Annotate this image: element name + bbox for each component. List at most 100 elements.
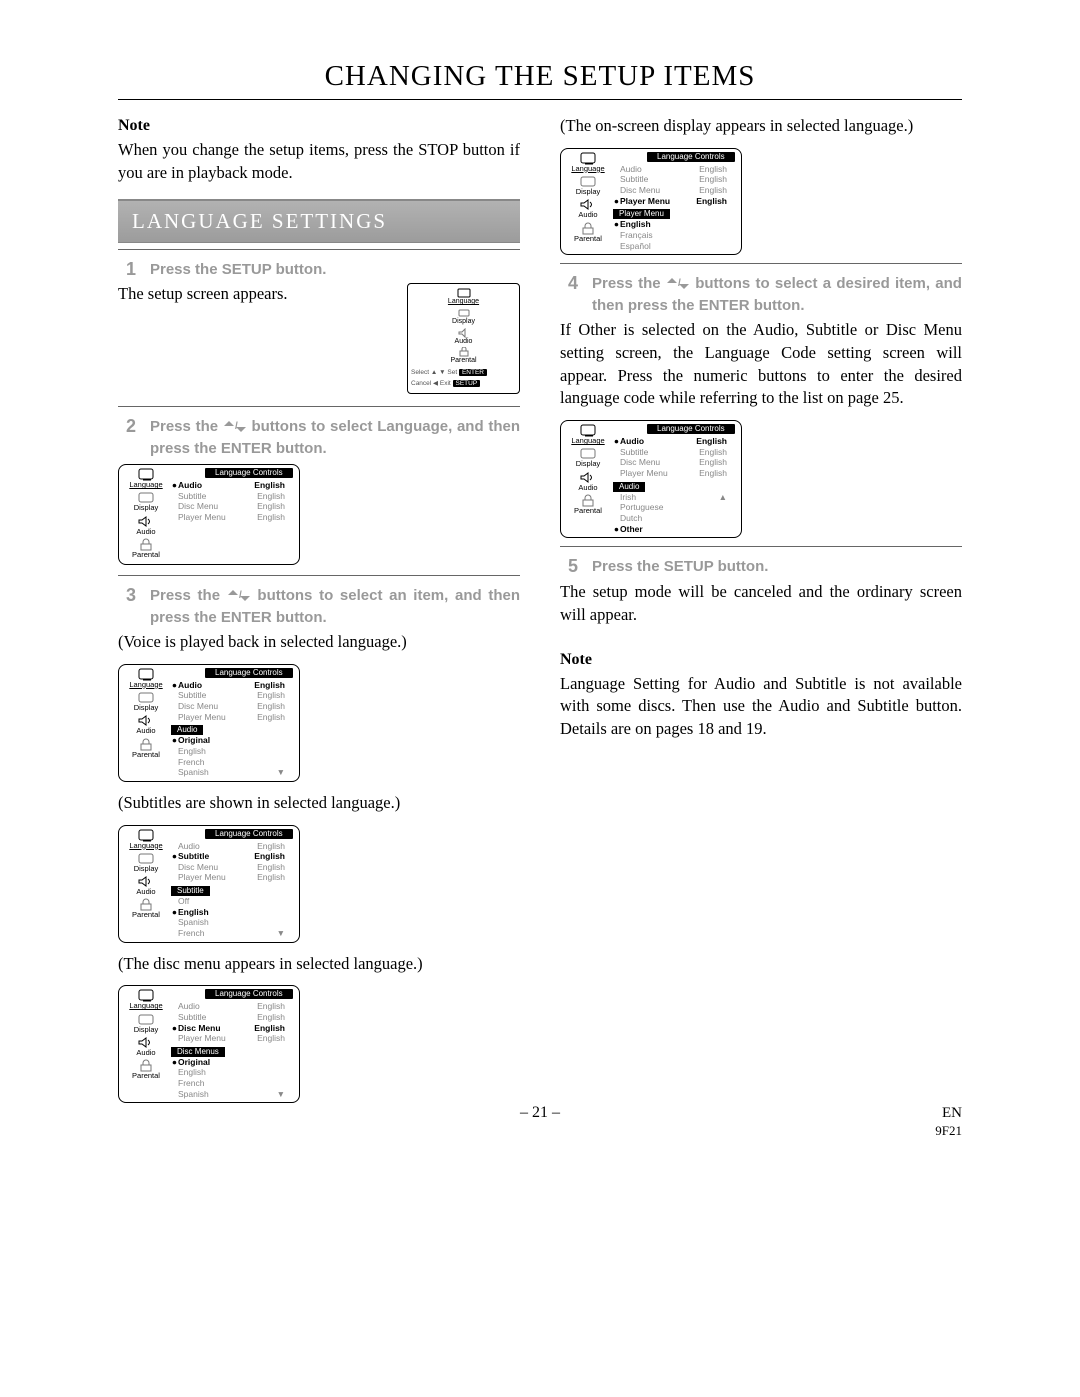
step-5: 5 Press the SETUP button. — [560, 557, 962, 577]
osd-list-item: Portuguese — [613, 502, 737, 513]
osd-main: Language ControlsAudioEnglish●SubtitleEn… — [169, 826, 299, 942]
osd-side-lang: Language — [123, 829, 169, 850]
step-sep — [118, 575, 520, 576]
osd-title: Language Controls — [647, 152, 735, 162]
step-text: Press the / buttons to select Language, … — [150, 417, 520, 458]
osd-row: ●Disc MenuEnglish — [171, 1023, 295, 1034]
osd-subtitle: Audio — [613, 482, 645, 492]
osd-mini-footer: Select ▲ ▼ Set ENTER — [411, 367, 516, 378]
note-body: Language Setting for Audio and Subtitle … — [560, 673, 962, 741]
osd-list-item: Irish▲ — [613, 492, 737, 503]
osd-row: ●Player MenuEnglish — [613, 196, 737, 207]
step5-after: The setup mode will be canceled and the … — [560, 581, 962, 627]
osd-subtitle: Subtitle — [171, 886, 210, 896]
osd-side-par: Parental — [565, 222, 611, 243]
right-column: (The on-screen display appears in select… — [560, 115, 962, 1103]
osd-sidebar: LanguageDisplayAudioParental — [119, 465, 169, 564]
osd-sidebar: LanguageDisplayAudioParental — [119, 826, 169, 942]
section-banner: LANGUAGE SETTINGS — [118, 199, 520, 243]
osd-row: ●AudioEnglish — [171, 680, 295, 691]
step-2: 2 Press the / buttons to select Language… — [118, 417, 520, 458]
lang-code: EN — [942, 1105, 962, 1122]
osd-main: Language Controls●AudioEnglishSubtitleEn… — [169, 465, 299, 564]
osd-list-item: ●English — [613, 219, 737, 230]
step-number: 2 — [118, 417, 136, 437]
osd-row: Player MenuEnglish — [171, 872, 295, 883]
osd-sidebar: LanguageDisplayAudioParental — [119, 986, 169, 1102]
osd-title: Language Controls — [205, 668, 293, 678]
osd-subtitle: Player Menu — [613, 209, 670, 219]
step-text: Press the / buttons to select a desired … — [592, 274, 962, 315]
osd-list-item: English — [171, 1067, 295, 1078]
osd-list-item: ●English — [171, 907, 295, 918]
osd-list-item: Español — [613, 241, 737, 252]
speaker-icon — [457, 328, 471, 338]
step-sep — [560, 263, 962, 264]
osd-side-par: Parental — [123, 738, 169, 759]
osd-row: Disc MenuEnglish — [171, 501, 295, 512]
osd-row: Disc MenuEnglish — [171, 701, 295, 712]
step-4: 4 Press the / buttons to select a desire… — [560, 274, 962, 315]
step-text: Press the SETUP button. — [592, 557, 962, 577]
subs-note: (Subtitles are shown in selected languag… — [118, 792, 520, 815]
step-sep — [118, 406, 520, 407]
osd-row: SubtitleEnglish — [613, 174, 737, 185]
osd-list-item: Dutch — [613, 513, 737, 524]
osd-panel: LanguageDisplayAudioParentalLanguage Con… — [560, 420, 742, 538]
osd-side-audio: Audio — [565, 198, 611, 219]
osd-title: Language Controls — [205, 829, 293, 839]
osd-row: SubtitleEnglish — [613, 447, 737, 458]
osd-panel: LanguageDisplayAudioParentalLanguage Con… — [118, 825, 300, 943]
osd-list-item: Français — [613, 230, 737, 241]
step-number: 3 — [118, 586, 136, 606]
osd-row: Disc MenuEnglish — [613, 457, 737, 468]
osd-player-menu: LanguageDisplayAudio Parental Language Con… — [560, 148, 962, 255]
step-number: 4 — [560, 274, 578, 294]
onscreen-note: (The on-screen display appears in select… — [560, 115, 962, 138]
note-heading: Note — [560, 649, 962, 671]
osd-side-disp: Display — [123, 491, 169, 512]
disc-note: (The disc menu appears in selected langu… — [118, 953, 520, 976]
osd-side-disp: Display — [565, 447, 611, 468]
osd-list-item: French▼ — [171, 928, 295, 939]
osd-side-audio: Audio — [123, 1036, 169, 1057]
step-1: 1 Press the SETUP button. — [118, 260, 520, 280]
osd-row: AudioEnglish — [171, 1001, 295, 1012]
section-title: LANGUAGE SETTINGS — [132, 209, 387, 233]
osd-side-audio: Audio — [123, 875, 169, 896]
osd-title: Language Controls — [647, 424, 735, 434]
step-text: Press the / buttons to select an item, a… — [150, 586, 520, 627]
up-down-icon: / — [223, 419, 247, 439]
osd-row: Player MenuEnglish — [613, 468, 737, 479]
osd-row: AudioEnglish — [613, 164, 737, 175]
osd-side-audio: Audio — [123, 515, 169, 536]
osd-main: Language ControlsAudioEnglishSubtitleEng… — [169, 986, 299, 1102]
osd-side-disp: Display — [123, 691, 169, 712]
osd-side-lang: Language — [565, 152, 611, 173]
up-down-icon: / — [666, 276, 690, 296]
osd-list-item: Spanish — [171, 917, 295, 928]
osd-list-item: French — [171, 757, 295, 768]
step4-after: If Other is selected on the Audio, Subti… — [560, 319, 962, 410]
osd-subtitle: Disc Menus — [171, 1047, 225, 1057]
osd-setup-mini: Language Display Audio Parental Select ▲… — [407, 283, 520, 394]
osd-disc-menu: LanguageDisplayAudioParental Language Con… — [118, 985, 520, 1103]
step1-row: The setup screen appears. Language Displ… — [118, 283, 520, 394]
osd-language-controls-1: LanguageDisplayAudioParentalLanguage Con… — [118, 464, 520, 565]
osd-panel: LanguageDisplayAudioParentalLanguage Con… — [118, 664, 300, 782]
tv-icon — [457, 288, 471, 298]
osd-side-lang: Language — [123, 668, 169, 689]
page-number: – 21 – — [0, 1104, 1080, 1122]
osd-side-audio: Audio — [565, 471, 611, 492]
voice-note: (Voice is played back in selected langua… — [118, 631, 520, 654]
osd-row: ●SubtitleEnglish — [171, 851, 295, 862]
osd-side-disp: Display — [565, 175, 611, 196]
osd-main: Language Controls●AudioEnglishSubtitleEn… — [169, 665, 299, 781]
osd-audio: LanguageDisplayAudioParentalLanguage Con… — [118, 664, 520, 782]
osd-title: Language Controls — [205, 989, 293, 999]
osd-side-par: Parental — [123, 1059, 169, 1080]
osd-main: Language Controls●AudioEnglishSubtitleEn… — [611, 421, 741, 537]
osd-sidebar: LanguageDisplayAudioParental — [561, 421, 611, 537]
osd-row: Player MenuEnglish — [171, 712, 295, 723]
osd-row: SubtitleEnglish — [171, 491, 295, 502]
